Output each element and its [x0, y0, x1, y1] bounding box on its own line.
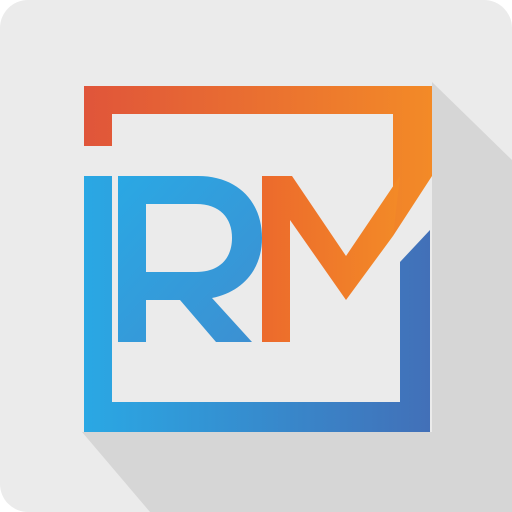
app-icon: RM: [0, 0, 512, 512]
rm-logo-icon: [0, 0, 512, 512]
